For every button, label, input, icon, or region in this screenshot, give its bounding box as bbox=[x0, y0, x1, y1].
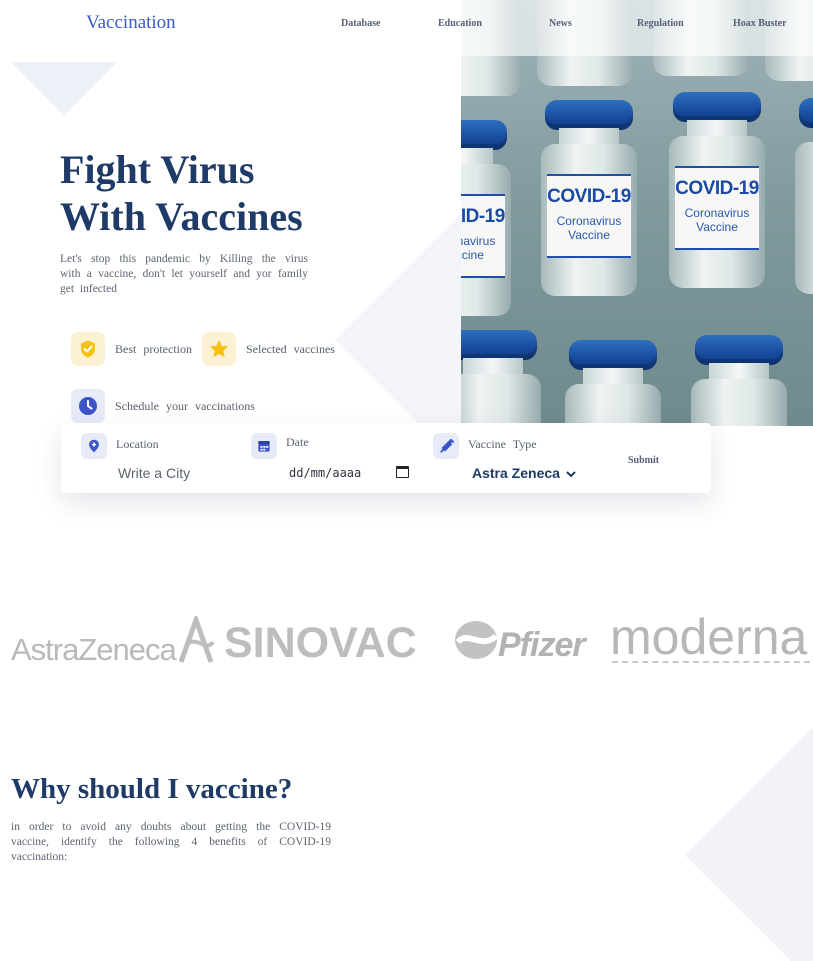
submit-button[interactable]: Submit bbox=[628, 455, 659, 466]
syringe-icon bbox=[433, 433, 459, 459]
hero-title: Fight Virus With Vaccines bbox=[60, 146, 303, 240]
nav-regulation[interactable]: Regulation bbox=[637, 18, 684, 29]
hero-description: Let's stop this pandemic by Killing the … bbox=[60, 253, 308, 295]
nav-news[interactable]: News bbox=[549, 18, 572, 29]
astrazeneca-wordmark: AstraZeneca bbox=[11, 632, 177, 667]
why-title: Why should I vaccine? bbox=[11, 773, 293, 805]
vaccine-type-selected: Astra Zeneca bbox=[472, 465, 560, 481]
vial-image bbox=[687, 335, 791, 426]
date-input[interactable]: dd/mm/aaaa bbox=[289, 466, 361, 480]
astrazeneca-logo: AstraZeneca bbox=[11, 616, 215, 668]
vial-image bbox=[561, 340, 665, 426]
nav-education[interactable]: Education bbox=[438, 18, 482, 29]
brand-logo[interactable]: Vaccination bbox=[86, 12, 176, 34]
calendar-icon bbox=[251, 433, 277, 459]
vial-image: COVID-19Coronavirus Vaccine bbox=[461, 120, 515, 316]
moderna-logo: moderna bbox=[610, 609, 808, 665]
vial-image bbox=[461, 330, 545, 426]
feature-label: Schedule your vaccinations bbox=[115, 398, 255, 413]
star-icon bbox=[202, 332, 236, 366]
vial-image: COVID-19Coronavirus Vaccine bbox=[537, 100, 641, 296]
date-label: Date bbox=[286, 435, 309, 449]
pfizer-symbol-icon bbox=[452, 616, 499, 669]
hero-vaccine-photo: COVID-19Coronavirus Vaccine COVID-19Coro… bbox=[461, 0, 813, 426]
location-pin-icon bbox=[81, 433, 107, 459]
feature-selected-vaccines: Selected vaccines bbox=[202, 332, 335, 366]
vaccine-type-label: Vaccine Type bbox=[468, 437, 537, 451]
vial-image bbox=[791, 98, 813, 294]
pfizer-logo: Pfizer bbox=[498, 626, 586, 664]
feature-label: Selected vaccines bbox=[246, 341, 335, 356]
location-input[interactable] bbox=[118, 464, 258, 482]
why-description: in order to avoid any doubts about getti… bbox=[11, 821, 331, 863]
sinovac-logo: SINOVAC bbox=[224, 619, 417, 667]
astrazeneca-symbol-icon bbox=[178, 616, 215, 663]
vial-image: COVID-19Coronavirus Vaccine bbox=[665, 92, 769, 288]
booking-form: Location Date dd/mm/aaaa Vaccine Type As… bbox=[61, 423, 711, 493]
vaccine-type-select[interactable]: Astra Zeneca bbox=[472, 465, 576, 481]
feature-label: Best protection bbox=[115, 341, 192, 356]
hero-title-line2: With Vaccines bbox=[60, 194, 303, 239]
feature-best-protection: Best protection bbox=[71, 332, 192, 366]
feature-schedule: Schedule your vaccinations bbox=[71, 389, 255, 423]
location-label: Location bbox=[116, 437, 159, 451]
shield-check-icon bbox=[71, 332, 105, 366]
main-nav: Database Education News Regulation Hoax … bbox=[341, 0, 813, 56]
clock-icon bbox=[71, 389, 105, 423]
moderna-underline bbox=[612, 661, 810, 663]
nav-hoax-buster[interactable]: Hoax Buster bbox=[733, 18, 787, 29]
hero-title-line1: Fight Virus bbox=[60, 147, 255, 192]
decorative-triangle-top bbox=[11, 62, 117, 116]
decorative-diamond-right bbox=[684, 727, 813, 961]
date-picker-icon[interactable] bbox=[396, 466, 409, 478]
chevron-down-icon bbox=[566, 471, 576, 478]
nav-database[interactable]: Database bbox=[341, 18, 380, 29]
